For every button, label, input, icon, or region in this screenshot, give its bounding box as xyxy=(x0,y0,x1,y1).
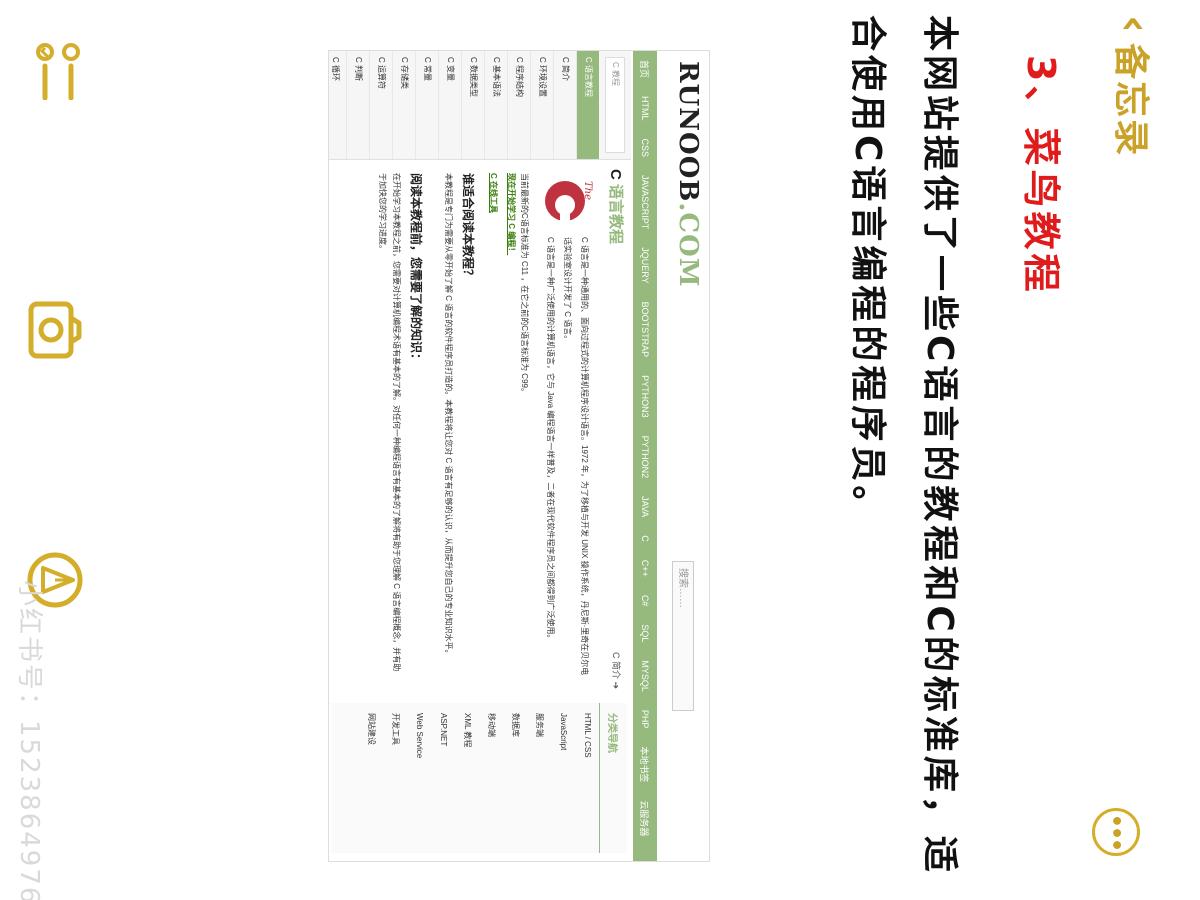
memo-page: ‹ 备忘录 ••• 3、菜鸟教程 本网站提供了一些C语言的教程和C的标准库，适合… xyxy=(0,0,1200,900)
nav-item: C xyxy=(640,535,650,542)
nav-item: 本地书签 xyxy=(639,746,650,783)
nav-item: SQL xyxy=(640,624,650,643)
nav-item: PHP xyxy=(640,709,650,729)
sidebar-item: C 变量 xyxy=(438,51,461,159)
nav-item: PYTHON2 xyxy=(640,435,650,479)
sidebar-item: C 语言教程 xyxy=(576,51,599,159)
site-sidebar: C 教程 C 语言教程 C 简介 C 环境设置 C 程序结构 C 基本语法 C 数据类型 C… xyxy=(328,51,631,160)
sidebar-item: C 数据类型 xyxy=(461,51,484,159)
sidebar-item: C 常量 xyxy=(415,51,438,159)
right-nav-item: 移动端 xyxy=(487,713,496,737)
sidebar-item: C 环境设置 xyxy=(530,51,553,159)
nav-item: PYTHON3 xyxy=(640,375,650,418)
sidebar-item: C 存储类 xyxy=(392,51,415,159)
nav-item: JAVASCRIPT xyxy=(640,175,650,230)
more-button[interactable]: ••• xyxy=(1092,808,1140,856)
nav-item: JAVA xyxy=(640,496,650,518)
nav-item: JQUERY xyxy=(640,247,650,284)
right-nav-item: 开发工具 xyxy=(391,713,400,745)
back-button[interactable]: ‹ 备忘录 xyxy=(1108,15,1160,157)
sidebar-item: C 程序结构 xyxy=(507,51,530,159)
audience-heading: 谁适合阅读本教程？ xyxy=(461,173,475,282)
next-link: C 简介 ➔ xyxy=(611,651,621,689)
nav-item: HTML xyxy=(640,96,650,121)
embedded-screenshot[interactable]: RUNOOB.COM 搜索…… 首页 HTML CSS JAVASCRIPT JQUER… xyxy=(328,50,710,862)
svg-text:The: The xyxy=(582,181,593,200)
right-nav-title: 分类导航 xyxy=(599,703,627,853)
chevron-left-icon: ‹ xyxy=(1109,15,1160,34)
nav-item: BOOTSTRAP xyxy=(640,301,650,358)
prereq-text: 在开始学习本教程之前，您需要对计算机编程术语有基本的了解。对任何一种编程语言有基… xyxy=(378,173,401,672)
more-icon: ••• xyxy=(1103,813,1129,851)
start-link: 现在开始学习 C 编程！ xyxy=(507,173,516,256)
sidebar-search: C 教程 xyxy=(605,57,625,153)
nav-item: 云服务器 xyxy=(639,800,650,837)
intro-text: C 语言是一种通用的、面向过程式的计算机程序设计语言。1972 年，为了移植与开… xyxy=(546,237,589,676)
right-nav-item: 网站建设 xyxy=(367,713,376,745)
right-nav-item: HTML / CSS xyxy=(583,713,592,758)
camera-button[interactable] xyxy=(21,298,85,362)
note-body[interactable]: 本网站提供了一些C语言的教程和C的标准库，适合使用C语言编程的程序员。 xyxy=(831,15,975,895)
note-heading: 3、菜鸟教程 xyxy=(1019,55,1063,296)
sidebar-item: C 基本语法 xyxy=(484,51,507,159)
right-nav-item: ASP.NET xyxy=(439,713,448,747)
main-title: C 语言教程 xyxy=(607,169,624,245)
top-bar: ‹ 备忘录 ••• xyxy=(1085,0,1200,900)
sidebar-item: C 循环 xyxy=(328,51,346,159)
right-nav-item: 服务端 xyxy=(535,713,544,737)
site-right-nav: 分类导航 HTML / CSS JavaScript 服务端 数据库 移动端 XML 教程… xyxy=(331,703,627,853)
sidebar-item: C 简介 xyxy=(553,51,576,159)
right-nav-item: XML 教程 xyxy=(463,713,472,748)
nav-item: C++ xyxy=(640,559,650,577)
audience-text: 本教程是专门为需要从零开始了解 C 语言的软件程序员打造的。本教程将让您对 C … xyxy=(444,173,453,658)
screen: { "app": { "back_label": "备忘录", "more_la… xyxy=(0,0,1200,900)
site-logo: RUNOOB.COM xyxy=(673,61,703,288)
watermark: 小红书号：1523864976 xyxy=(14,580,44,900)
checklist-button[interactable] xyxy=(21,40,85,101)
nav-item: 首页 xyxy=(639,60,650,79)
standard-text: 当前最新的C语言标准为 C11 ，在它之前的C语言标准为 C99。 xyxy=(520,173,529,396)
site-nav: 首页 HTML CSS JAVASCRIPT JQUERY BOOTSTRAP PYTHON… xyxy=(633,51,657,861)
site-search-input: 搜索…… xyxy=(672,561,694,711)
right-nav-item: JavaScript xyxy=(559,713,568,751)
sidebar-item: C 判断 xyxy=(346,51,369,159)
nav-item: CSS xyxy=(640,138,650,158)
sidebar-item: C 运算符 xyxy=(369,51,392,159)
c-logo-icon: The xyxy=(545,181,593,227)
right-nav-item: Web Service xyxy=(415,713,424,759)
camera-icon xyxy=(28,301,82,359)
tool-link: C 在线工具 xyxy=(489,173,498,213)
site-main: C 语言教程 C 简介 ➔ The C 语言是一种通用的、面向过程式的计算机程序… xyxy=(331,169,627,689)
nav-item: MYSQL xyxy=(640,660,650,692)
nav-item: C# xyxy=(640,594,650,607)
prereq-heading: 阅读本教程前，您需要了解的知识： xyxy=(409,173,423,366)
back-label: 备忘录 xyxy=(1110,43,1151,158)
checklist-icon xyxy=(36,43,80,101)
right-nav-item: 数据库 xyxy=(511,713,520,737)
